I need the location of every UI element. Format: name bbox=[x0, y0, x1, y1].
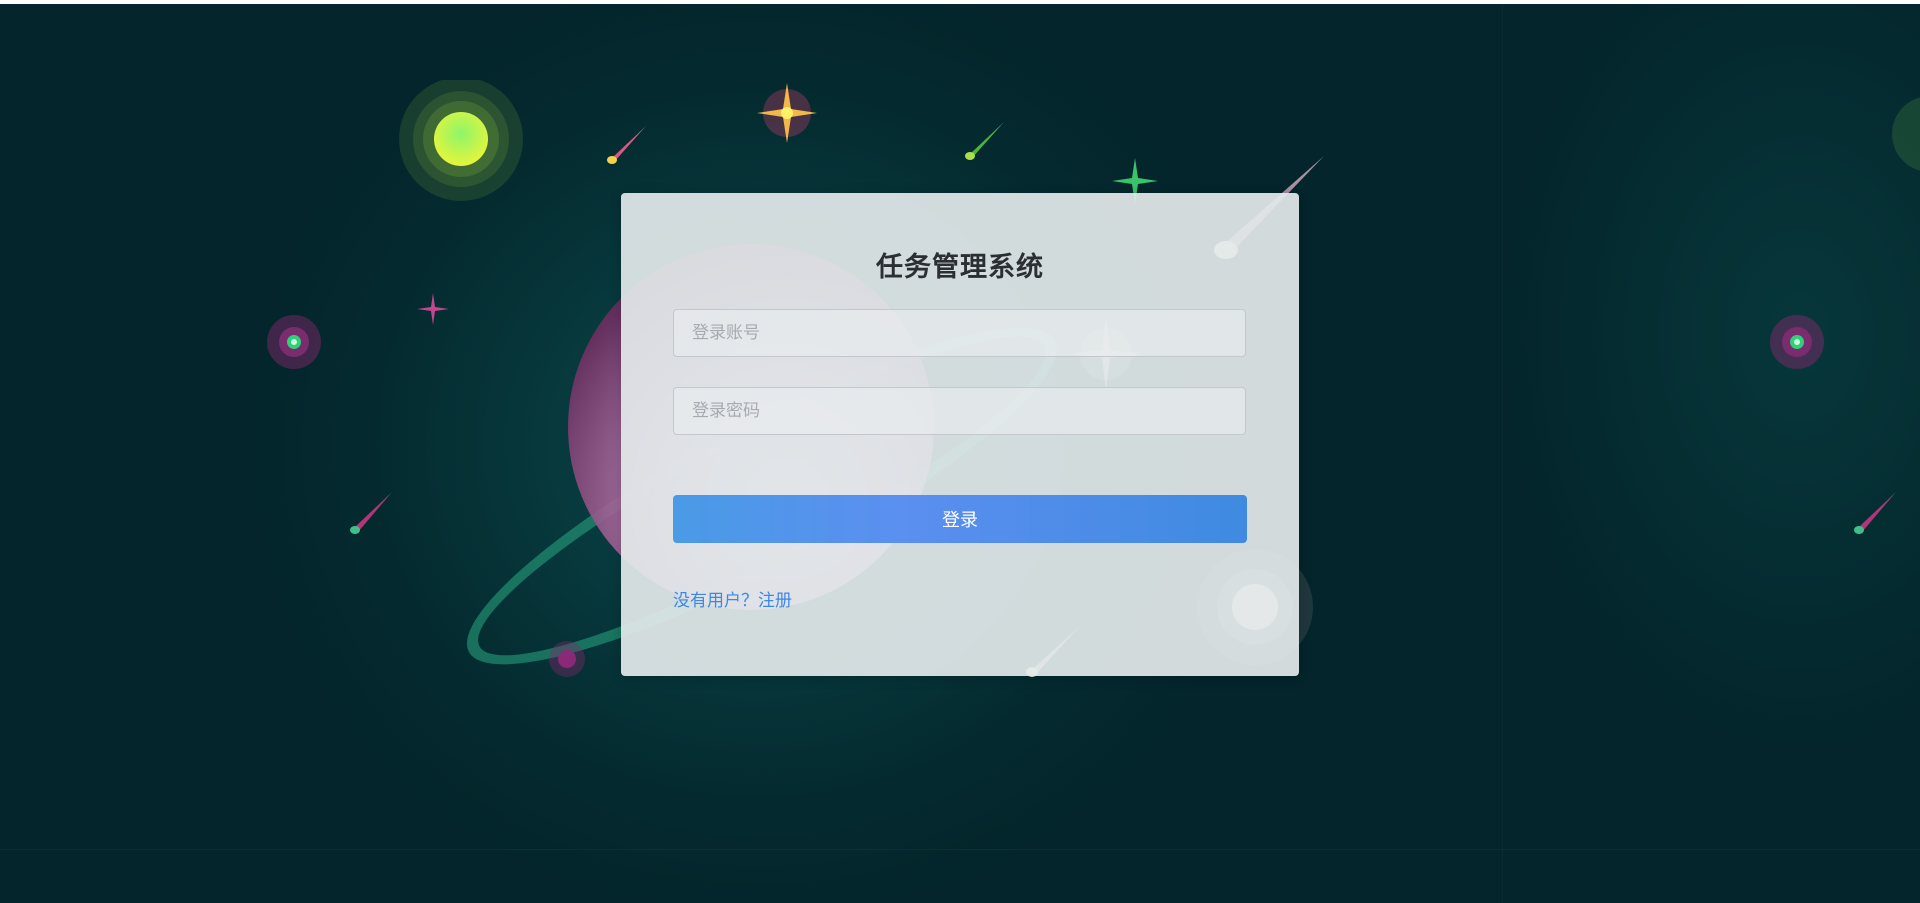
planet-dot-icon bbox=[1770, 315, 1824, 369]
page-title: 任务管理系统 bbox=[876, 252, 1044, 283]
username-input[interactable] bbox=[673, 309, 1246, 357]
pink-star-icon bbox=[417, 293, 449, 325]
login-card: 任务管理系统 登录 没有用户？注册 bbox=[621, 193, 1299, 676]
meteor-icon bbox=[607, 126, 646, 164]
divider-horizontal bbox=[0, 849, 1920, 850]
login-button[interactable]: 登录 bbox=[673, 495, 1247, 543]
green-sun-icon bbox=[399, 80, 523, 201]
planet-dot-icon bbox=[267, 315, 321, 369]
meteor-icon bbox=[965, 122, 1004, 160]
small-planet-icon bbox=[549, 641, 585, 677]
password-input[interactable] bbox=[673, 387, 1246, 435]
meteor-icon bbox=[350, 492, 392, 534]
register-link[interactable]: 没有用户？注册 bbox=[673, 586, 792, 611]
page: 任务管理系统 登录 没有用户？注册 bbox=[0, 0, 1920, 903]
meteor-icon bbox=[1854, 492, 1896, 534]
partial-planet-icon bbox=[1892, 97, 1920, 171]
divider-vertical bbox=[1502, 4, 1503, 903]
orange-star-icon bbox=[757, 83, 817, 143]
